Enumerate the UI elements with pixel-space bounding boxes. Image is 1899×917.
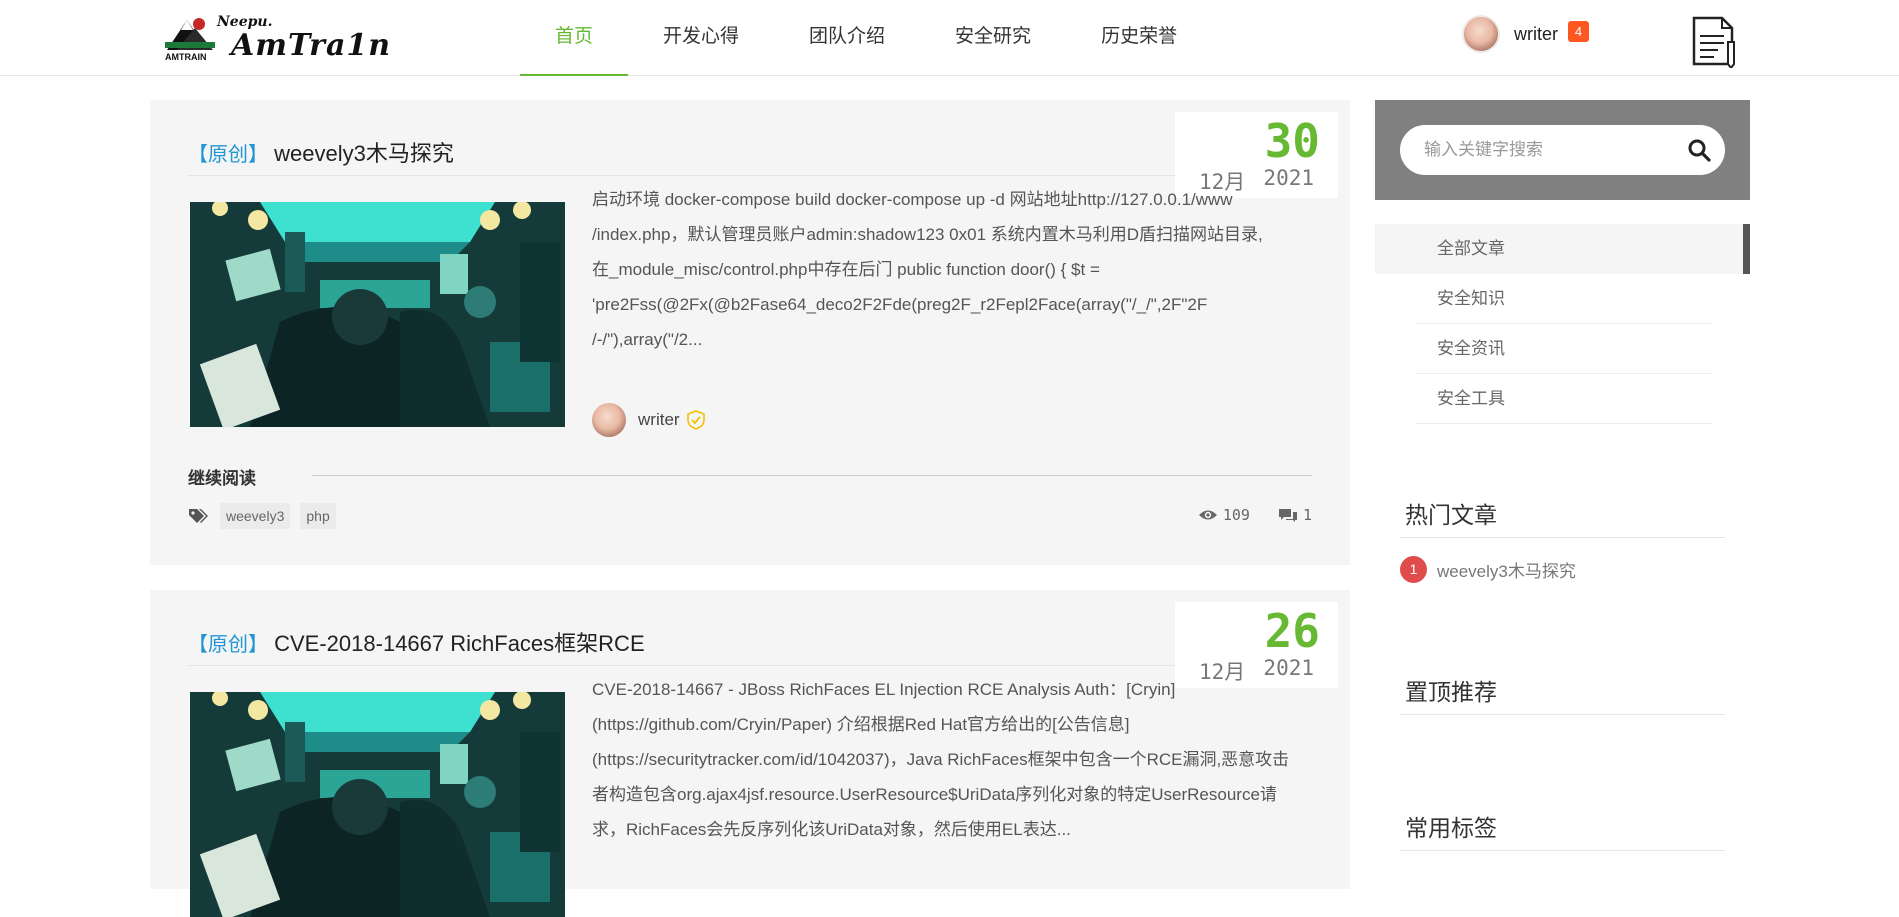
hot-articles-title: 热门文章 <box>1405 502 1497 528</box>
read-more-divider <box>312 475 1312 476</box>
post-card: 【原创】 CVE-2018-14667 RichFaces框架RCE 26 12… <box>150 590 1350 917</box>
main-nav: 首页 开发心得 团队介绍 安全研究 历史荣誉 <box>520 0 1212 76</box>
excerpt-line: (https://github.com/Cryin/Paper) 介绍根据Red… <box>592 715 1130 734</box>
nav-security-research[interactable]: 安全研究 <box>920 0 1066 76</box>
comments-icon <box>1278 509 1297 522</box>
post-excerpt: 启动环境 docker-compose build docker-compose… <box>592 182 1327 357</box>
post-title-row[interactable]: 【原创】 weevely3木马探究 <box>188 136 454 168</box>
nav-home[interactable]: 首页 <box>520 0 629 76</box>
hacker-illustration <box>190 692 565 917</box>
search-input[interactable] <box>1424 125 1674 175</box>
read-more-link[interactable]: 继续阅读 <box>188 464 256 489</box>
post-title[interactable]: weevely3木马探究 <box>274 141 454 166</box>
pinned-title: 置顶推荐 <box>1405 679 1497 705</box>
post-title[interactable]: CVE-2018-14667 RichFaces框架RCE <box>274 631 645 656</box>
excerpt-line: 在_module_misc/control.php中存在后门 public fu… <box>592 260 1100 279</box>
views-stat: 109 <box>1198 506 1250 524</box>
nav-dev-notes[interactable]: 开发心得 <box>628 0 774 76</box>
excerpt-line: CVE-2018-14667 - JBoss RichFaces EL Inje… <box>592 680 1176 699</box>
tags-icon <box>189 509 208 523</box>
top-header: Neepu. AmTra1n AMTRAIN 首页 开发心得 团队介绍 安全研究… <box>0 0 1899 76</box>
user-avatar[interactable] <box>1462 15 1500 53</box>
post-thumbnail[interactable] <box>190 692 565 917</box>
category-divider <box>1415 423 1712 424</box>
excerpt-line: (https://securitytracker.com/id/1042037)… <box>592 750 1290 769</box>
user-name[interactable]: writer <box>1514 24 1558 45</box>
excerpt-line: 启动环境 docker-compose build docker-compose… <box>592 190 1233 209</box>
post-original-tag: 【原创】 <box>188 634 268 656</box>
post-tags: weevely3 php <box>188 503 336 529</box>
hacker-illustration <box>190 202 565 427</box>
tag-chip[interactable]: php <box>300 503 336 529</box>
hot-article-item[interactable]: 1 weevely3木马探究 <box>1400 556 1576 583</box>
tag-chip[interactable]: weevely3 <box>220 503 291 529</box>
date-day: 26 <box>1264 604 1320 658</box>
category-security-news[interactable]: 安全资讯 <box>1375 324 1750 374</box>
eye-icon <box>1198 510 1217 520</box>
widget-divider <box>1400 537 1725 538</box>
widget-divider <box>1400 714 1725 715</box>
post-excerpt: CVE-2018-14667 - JBoss RichFaces EL Inje… <box>592 672 1327 847</box>
views-count: 109 <box>1222 506 1250 524</box>
post-author[interactable]: writer <box>592 403 706 437</box>
author-avatar[interactable] <box>592 403 626 437</box>
site-logo[interactable]: Neepu. AmTra1n AMTRAIN <box>163 10 390 66</box>
category-security-tools[interactable]: 安全工具 <box>1375 374 1750 424</box>
title-divider <box>188 175 1312 176</box>
hot-article-title[interactable]: weevely3木马探究 <box>1437 557 1576 582</box>
category-label: 安全知识 <box>1437 289 1505 308</box>
hot-rank-badge: 1 <box>1400 556 1427 583</box>
post-stats: 109 1 <box>1170 506 1312 524</box>
category-label: 全部文章 <box>1437 239 1505 258</box>
nav-team[interactable]: 团队介绍 <box>774 0 920 76</box>
write-article-icon[interactable] <box>1684 14 1740 68</box>
search-panel <box>1375 100 1750 200</box>
category-security-knowledge[interactable]: 安全知识 <box>1375 274 1750 324</box>
excerpt-line: 者构造包含org.ajax4jsf.resource.UserResource$… <box>592 785 1277 804</box>
author-name[interactable]: writer <box>638 410 680 430</box>
comments-count: 1 <box>1302 506 1312 524</box>
search-box <box>1400 125 1725 175</box>
logo-sub-text: AMTRAIN <box>165 52 207 62</box>
category-list: 全部文章 安全知识 安全资讯 安全工具 <box>1375 224 1750 424</box>
search-icon[interactable] <box>1687 138 1711 162</box>
user-menu[interactable]: writer 4 <box>1462 14 1589 54</box>
comments-stat[interactable]: 1 <box>1278 506 1312 524</box>
category-label: 安全资讯 <box>1437 339 1505 358</box>
post-card: 【原创】 weevely3木马探究 30 12月 2021 启动环境 docke… <box>150 100 1350 565</box>
date-day: 30 <box>1264 114 1320 168</box>
notification-badge[interactable]: 4 <box>1568 20 1589 42</box>
nav-honors[interactable]: 历史荣誉 <box>1066 0 1212 76</box>
post-title-row[interactable]: 【原创】 CVE-2018-14667 RichFaces框架RCE <box>188 626 645 658</box>
post-thumbnail[interactable] <box>190 202 565 427</box>
title-divider <box>188 665 1312 666</box>
verified-shield-icon <box>686 410 705 430</box>
excerpt-line: 求，RichFaces会先反序列化该UriData对象，然后使用EL表达... <box>592 820 1071 839</box>
common-tags-title: 常用标签 <box>1405 815 1497 841</box>
excerpt-line: 'pre2Fss(@2Fx(@b2Fase64_deco2F2Fde(preg2… <box>592 295 1208 314</box>
widget-divider <box>1400 850 1725 851</box>
category-all[interactable]: 全部文章 <box>1375 224 1750 274</box>
category-label: 安全工具 <box>1437 389 1505 408</box>
logo-big-text: AmTra1n <box>231 28 392 63</box>
post-original-tag: 【原创】 <box>188 144 268 166</box>
excerpt-line: /index.php，默认管理员账户admin:shadow123 0x01 系… <box>592 225 1263 244</box>
excerpt-line: /-/"),array("/2... <box>592 330 703 349</box>
